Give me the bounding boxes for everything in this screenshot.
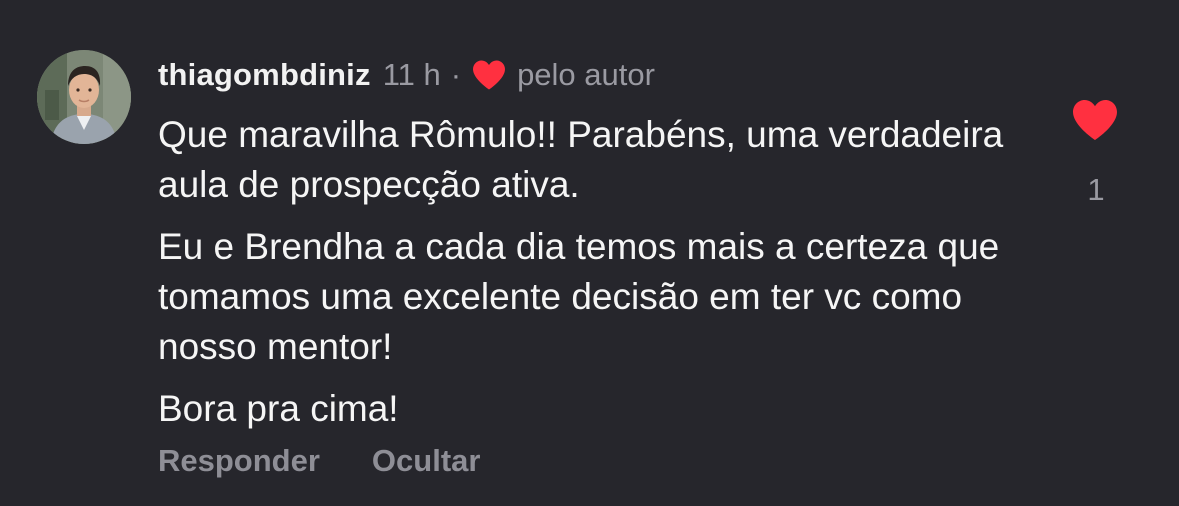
reply-button[interactable]: Responder — [158, 443, 320, 479]
like-count[interactable]: 1 — [1082, 172, 1110, 208]
comment-paragraph: Que maravilha Rômulo!! Parabéns, uma ver… — [158, 114, 1004, 205]
separator-dot: · — [450, 57, 462, 92]
comment-actions: Responder Ocultar — [158, 443, 480, 479]
comment-paragraph: Bora pra cima! — [158, 388, 399, 429]
comment-paragraph: Eu e Brendha a cada dia temos mais a cer… — [158, 226, 1000, 367]
like-heart-icon[interactable] — [1070, 98, 1120, 142]
timestamp: 11 h — [382, 57, 441, 92]
avatar[interactable] — [37, 50, 131, 144]
heart-filled-icon — [471, 59, 507, 91]
avatar-photo — [37, 50, 131, 144]
hide-button[interactable]: Ocultar — [372, 443, 481, 479]
username[interactable]: thiagombdiniz — [158, 57, 371, 93]
comment: thiagombdiniz 11 h · pelo autor Que mara… — [0, 0, 1179, 506]
comment-header: thiagombdiniz 11 h · pelo autor — [158, 53, 655, 97]
comment-body: Que maravilha Rômulo!! Parabéns, uma ver… — [158, 110, 1018, 446]
liked-by-author-label: pelo autor — [517, 57, 655, 92]
